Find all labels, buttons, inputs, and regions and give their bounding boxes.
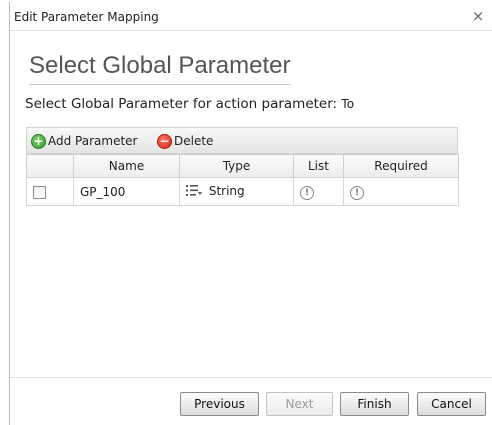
row-checkbox[interactable]	[33, 185, 46, 199]
parameters-table: Name Type List Required GP_100 String ! …	[26, 154, 459, 206]
plus-circle-icon: +	[31, 133, 46, 149]
column-header-name[interactable]: Name	[73, 154, 180, 178]
column-header-list[interactable]: List	[293, 154, 344, 178]
cancel-button[interactable]: Cancel	[417, 392, 486, 416]
minus-circle-icon: −	[157, 133, 172, 149]
previous-button[interactable]: Previous	[180, 392, 259, 416]
footer-divider	[10, 377, 492, 378]
column-header-select	[26, 154, 74, 178]
window-title: Edit Parameter Mapping	[14, 10, 159, 24]
close-icon[interactable]: ×	[470, 8, 486, 24]
info-icon: !	[300, 185, 314, 200]
page-title: Select Global Parameter	[29, 52, 291, 85]
row-select-cell	[26, 177, 74, 206]
instruction-text: Select Global Parameter for action param…	[25, 96, 354, 112]
instruction-label: Select Global Parameter for action param…	[25, 96, 338, 112]
table-header-row: Name Type List Required	[26, 154, 459, 178]
title-bar: Edit Parameter Mapping ×	[10, 2, 492, 31]
add-parameter-button[interactable]: + Add Parameter	[31, 132, 137, 150]
delete-label: Delete	[174, 134, 214, 148]
type-cell: String	[179, 177, 294, 206]
next-button[interactable]: Next	[266, 392, 333, 416]
list-type-icon	[186, 184, 202, 199]
column-header-required[interactable]: Required	[343, 154, 459, 178]
delete-button[interactable]: − Delete	[157, 132, 213, 150]
info-icon: !	[350, 185, 364, 200]
column-header-type[interactable]: Type	[179, 154, 294, 178]
edit-parameter-mapping-dialog: Edit Parameter Mapping × Select Global P…	[9, 2, 492, 425]
grid-toolbar: + Add Parameter − Delete	[26, 127, 458, 154]
add-parameter-label: Add Parameter	[48, 134, 138, 148]
list-cell: !	[293, 177, 344, 206]
name-cell: GP_100	[73, 177, 180, 206]
type-value: String	[208, 184, 245, 199]
required-cell: !	[343, 177, 459, 206]
finish-button[interactable]: Finish	[340, 392, 409, 416]
action-parameter-name: To	[341, 97, 355, 111]
table-row[interactable]: GP_100 String ! !	[26, 177, 459, 206]
